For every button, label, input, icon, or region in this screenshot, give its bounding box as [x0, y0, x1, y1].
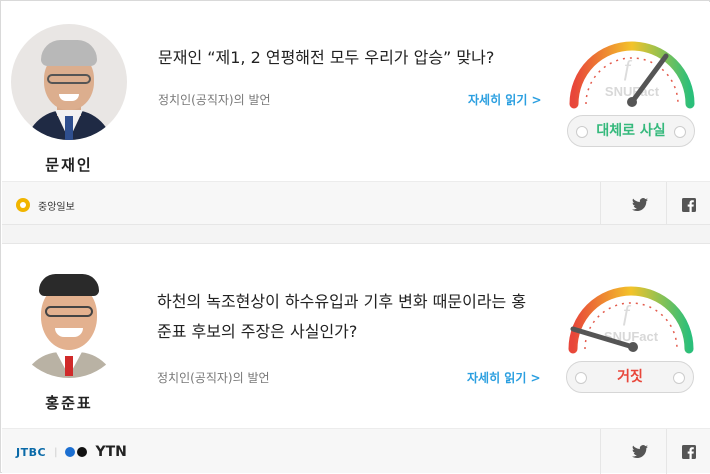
factcheck-list: 문재인 문재인 “제1, 2 연평해전 모두 우리가 압승” 맞나? 정치인(공… [0, 0, 710, 474]
source-name: JTBC [16, 445, 47, 459]
source-name: YTN [95, 444, 127, 460]
person-block: 홍준표 [10, 262, 128, 413]
person-name: 문재인 [45, 156, 93, 174]
truth-gauge: SNUFact ƒ [561, 275, 701, 355]
avatar [11, 262, 127, 378]
read-more-link[interactable]: 자세히 읽기 > [467, 369, 541, 386]
source-logos: JTBC | YTN [16, 444, 127, 460]
card-divider [2, 224, 710, 244]
facebook-share-button[interactable] [666, 182, 710, 227]
source-logos: 중앙일보 [16, 196, 75, 214]
gauge-logo-icon: ƒ [622, 56, 634, 81]
gauge-logo-icon: ƒ [621, 301, 633, 326]
verdict-badge[interactable]: 거짓 [566, 361, 694, 393]
claim-title[interactable]: 하천의 녹조현상이 하수유입과 기후 변화 때문이라는 홍 준표 후보의 주장은… [157, 287, 547, 347]
joongang-logo-icon [16, 198, 30, 212]
read-more-link[interactable]: 자세히 읽기 > [468, 91, 542, 108]
avatar [11, 24, 127, 140]
truth-gauge: SNUFact ƒ [562, 30, 702, 110]
ytn-logo-icon [65, 447, 76, 457]
claim-title[interactable]: 문재인 “제1, 2 연평해전 모두 우리가 압승” 맞나? [158, 43, 548, 73]
verdict-badge[interactable]: 대체로 사실 [567, 115, 695, 147]
gauge-brand: SNUFact [605, 84, 660, 99]
twitter-icon [632, 197, 648, 211]
twitter-share-button[interactable] [618, 182, 662, 227]
facebook-icon [681, 444, 696, 459]
claim-line: 준표 후보의 주장은 사실인가? [157, 322, 358, 341]
speaker-type: 정치인(공직자)의 발언 [157, 371, 270, 385]
twitter-icon [632, 444, 648, 458]
person-block: 문재인 [10, 24, 128, 175]
facebook-icon [681, 197, 696, 212]
facebook-share-button[interactable] [666, 429, 710, 474]
source-bar: JTBC | YTN [2, 428, 710, 474]
person-name: 홍준표 [45, 394, 93, 412]
source-name: 중앙일보 [38, 201, 75, 213]
claim-line: 하천의 녹조현상이 하수유입과 기후 변화 때문이라는 홍 [157, 292, 527, 311]
speaker-type: 정치인(공직자)의 발언 [158, 93, 271, 107]
twitter-share-button[interactable] [618, 429, 662, 474]
source-bar: 중앙일보 [2, 181, 710, 227]
